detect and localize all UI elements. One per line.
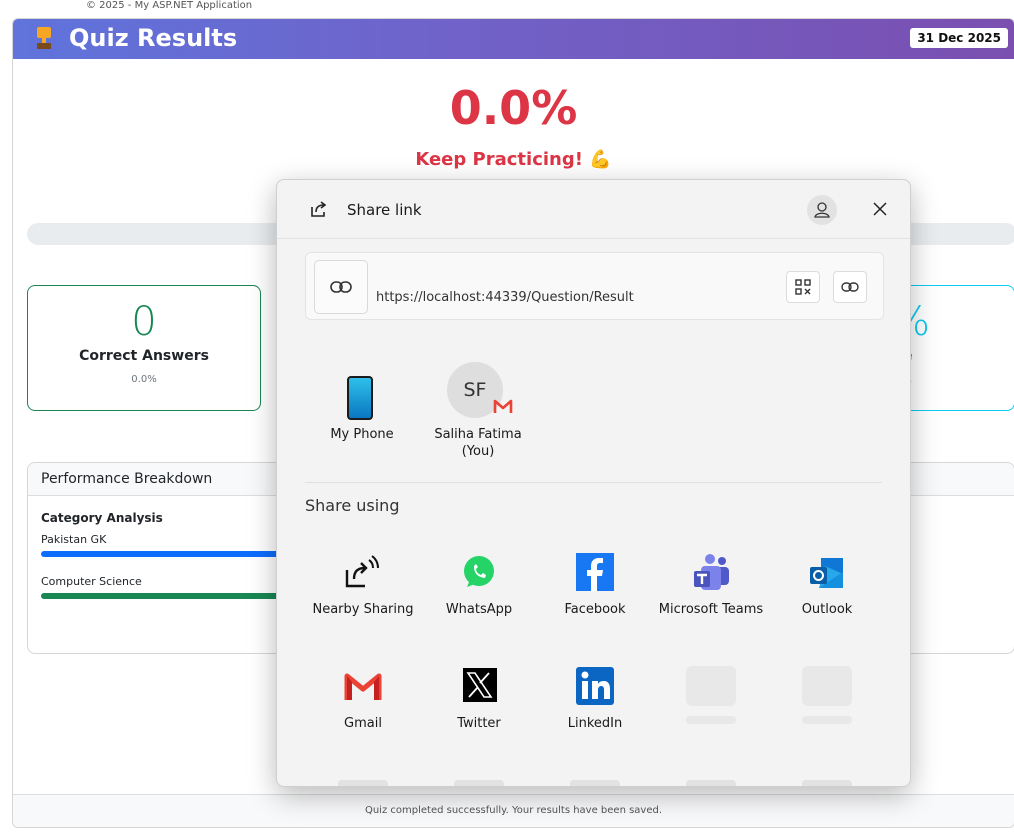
app-twitter[interactable]: Twitter	[421, 666, 537, 736]
app-linkedin[interactable]: LinkedIn	[537, 666, 653, 736]
category-bar	[41, 551, 301, 557]
app-nearby-sharing[interactable]: Nearby Sharing	[305, 552, 421, 622]
app-placeholder	[769, 666, 885, 736]
contact-initials: SF	[463, 379, 487, 401]
qr-code-icon	[795, 279, 811, 295]
linkedin-icon	[576, 667, 614, 705]
app-gmail[interactable]: Gmail	[305, 666, 421, 736]
performance-title: Performance Breakdown	[41, 471, 213, 487]
page-title: Quiz Results	[69, 24, 238, 52]
close-icon[interactable]	[869, 198, 891, 220]
category-name: Computer Science	[41, 575, 142, 588]
app-whatsapp[interactable]: WhatsApp	[421, 552, 537, 622]
nearby-sharing-icon	[345, 555, 379, 588]
app-label: WhatsApp	[445, 602, 513, 617]
share-url[interactable]: https://localhost:44339/Question/Result	[376, 290, 634, 305]
app-microsoft-teams[interactable]: Microsoft Teams	[653, 552, 769, 642]
loading-placeholder	[686, 780, 736, 786]
app-label: Facebook	[564, 602, 626, 617]
loading-placeholder	[802, 780, 852, 786]
footer-text: Quiz completed successfully. Your result…	[364, 805, 663, 816]
loading-placeholder	[686, 666, 736, 706]
link-icon	[330, 281, 352, 293]
gmail-icon	[344, 673, 382, 700]
date-badge: 31 Dec 2025	[910, 28, 1008, 48]
account-button[interactable]	[807, 195, 837, 225]
category-name: Pakistan GK	[41, 533, 107, 546]
divider	[305, 482, 882, 483]
app-outlook[interactable]: Outlook	[769, 552, 885, 622]
share-dialog-header: Share link	[277, 180, 910, 239]
copyright-text: © 2025 - My ASP.NET Application	[86, 0, 253, 11]
user-icon	[814, 202, 830, 218]
loading-placeholder	[802, 716, 852, 724]
outlook-icon	[810, 558, 843, 588]
loading-placeholder	[454, 780, 504, 786]
app-label: Outlook	[801, 602, 853, 617]
loading-placeholder	[802, 666, 852, 706]
phone-icon	[347, 376, 373, 420]
correct-answers-sub: 0.0%	[131, 374, 157, 385]
copy-link-button[interactable]	[833, 271, 867, 303]
loading-placeholder	[570, 780, 620, 786]
qr-code-button[interactable]	[786, 271, 820, 303]
score-message: Keep Practicing! 💪	[415, 149, 612, 170]
app-facebook[interactable]: Facebook	[537, 552, 653, 622]
app-label: LinkedIn	[567, 716, 623, 731]
share-using-heading: Share using	[305, 496, 400, 515]
category-analysis-title: Category Analysis	[41, 511, 163, 525]
share-icon	[311, 201, 327, 217]
app-label: Gmail	[344, 716, 382, 731]
app-label: Microsoft Teams	[658, 602, 764, 617]
share-dialog-title: Share link	[347, 201, 422, 219]
teams-icon	[694, 554, 729, 590]
whatsapp-icon	[464, 556, 494, 587]
correct-answers-value: 0	[131, 299, 157, 345]
link-preview	[314, 260, 368, 314]
app-placeholder	[653, 666, 769, 736]
loading-placeholder	[686, 716, 736, 724]
device-label: Saliha Fatima (You)	[434, 427, 522, 459]
app-label: Nearby Sharing	[312, 602, 414, 617]
share-dialog: Share link https://localhost:44339/Quest…	[276, 179, 911, 787]
trophy-icon	[37, 27, 51, 49]
correct-answers-card: 0 Correct Answers 0.0%	[27, 285, 261, 411]
app-label: Twitter	[457, 716, 501, 731]
share-link-box: https://localhost:44339/Question/Result	[305, 252, 884, 320]
x-icon	[463, 668, 497, 702]
category-bar	[41, 593, 301, 599]
score-percentage: 0.0%	[449, 81, 578, 135]
facebook-icon	[576, 553, 614, 591]
gmail-badge-icon	[493, 399, 513, 413]
device-label: My Phone	[330, 427, 394, 442]
loading-placeholder	[338, 780, 388, 786]
results-footer: Quiz completed successfully. Your result…	[13, 794, 1014, 827]
link-icon	[841, 282, 859, 292]
correct-answers-label: Correct Answers	[79, 348, 209, 364]
results-header: Quiz Results 31 Dec 2025	[13, 19, 1014, 59]
